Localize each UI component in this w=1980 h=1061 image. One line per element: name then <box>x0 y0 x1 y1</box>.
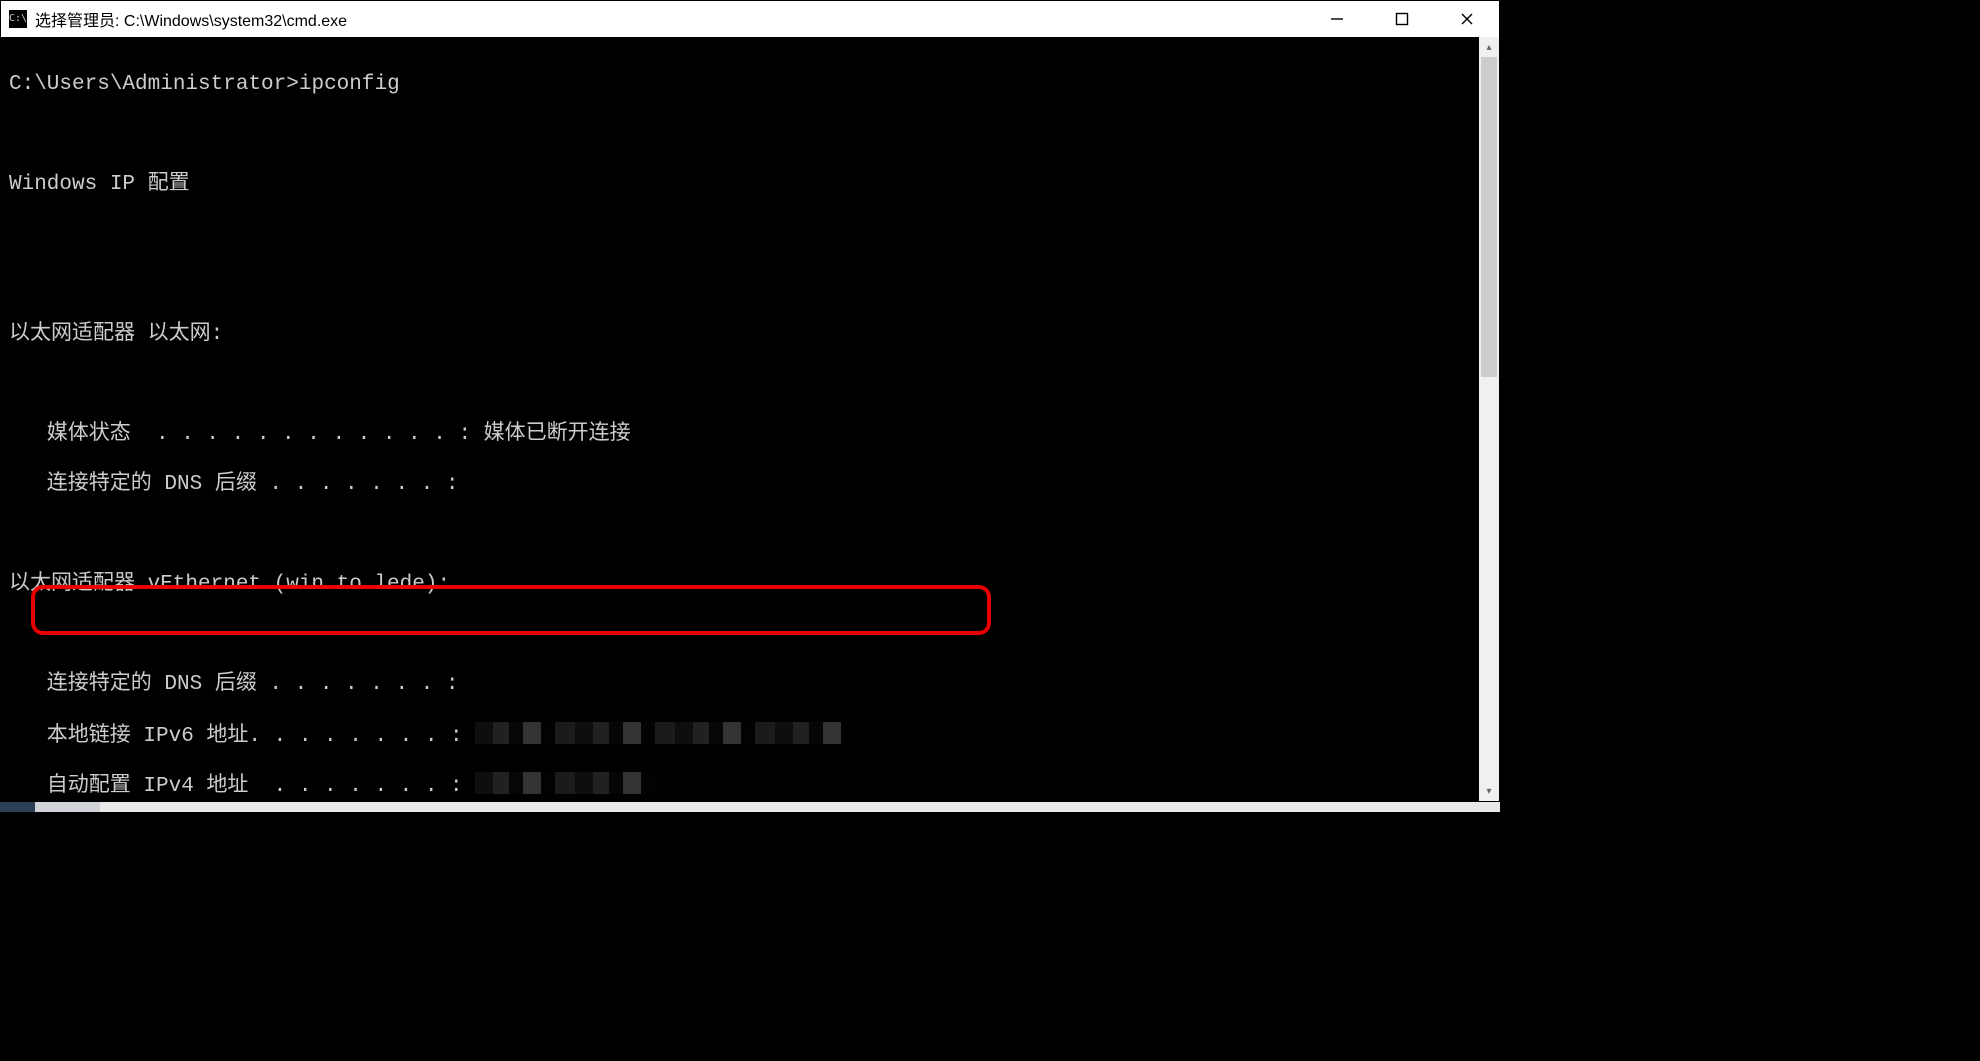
field-label: 连接特定的 DNS 后缀 . . . . . . . : <box>9 472 1473 497</box>
window-title: 选择管理员: C:\Windows\system32\cmd.exe <box>35 7 1304 31</box>
field-value: 媒体已断开连接 <box>484 423 631 446</box>
titlebar[interactable]: C:\ 选择管理员: C:\Windows\system32\cmd.exe <box>1 1 1499 37</box>
window-controls <box>1304 1 1499 37</box>
cmd-icon: C:\ <box>9 10 27 28</box>
maximize-button[interactable] <box>1369 1 1434 37</box>
cmd-window: C:\ 选择管理员: C:\Windows\system32\cmd.exe C… <box>0 0 1500 802</box>
redacted-value <box>475 722 845 744</box>
taskbar-sliver <box>0 802 1500 812</box>
scrollbar[interactable]: ▴ ▾ <box>1479 37 1499 801</box>
scroll-thumb[interactable] <box>1481 57 1497 377</box>
scroll-up-button[interactable]: ▴ <box>1479 37 1499 57</box>
close-button[interactable] <box>1434 1 1499 37</box>
scroll-down-button[interactable]: ▾ <box>1479 781 1499 801</box>
terminal-output[interactable]: C:\Users\Administrator>ipconfig Windows … <box>1 37 1481 801</box>
redacted-value <box>475 772 655 794</box>
adapter-title: 以太网适配器 vEthernet (win to lede): <box>9 572 1473 597</box>
field-label: 自动配置 IPv4 地址 . . . . . . . : <box>9 775 475 798</box>
command-text: ipconfig <box>299 73 400 96</box>
field-label: 媒体状态 . . . . . . . . . . . . : <box>9 423 484 446</box>
prompt: C:\Users\Administrator> <box>9 73 299 96</box>
field-label: 本地链接 IPv6 地址. . . . . . . . : <box>9 725 475 748</box>
adapter-title: 以太网适配器 以太网: <box>9 322 1473 347</box>
minimize-button[interactable] <box>1304 1 1369 37</box>
section-header: Windows IP 配置 <box>9 172 1473 197</box>
field-label: 连接特定的 DNS 后缀 . . . . . . . : <box>9 672 1473 697</box>
